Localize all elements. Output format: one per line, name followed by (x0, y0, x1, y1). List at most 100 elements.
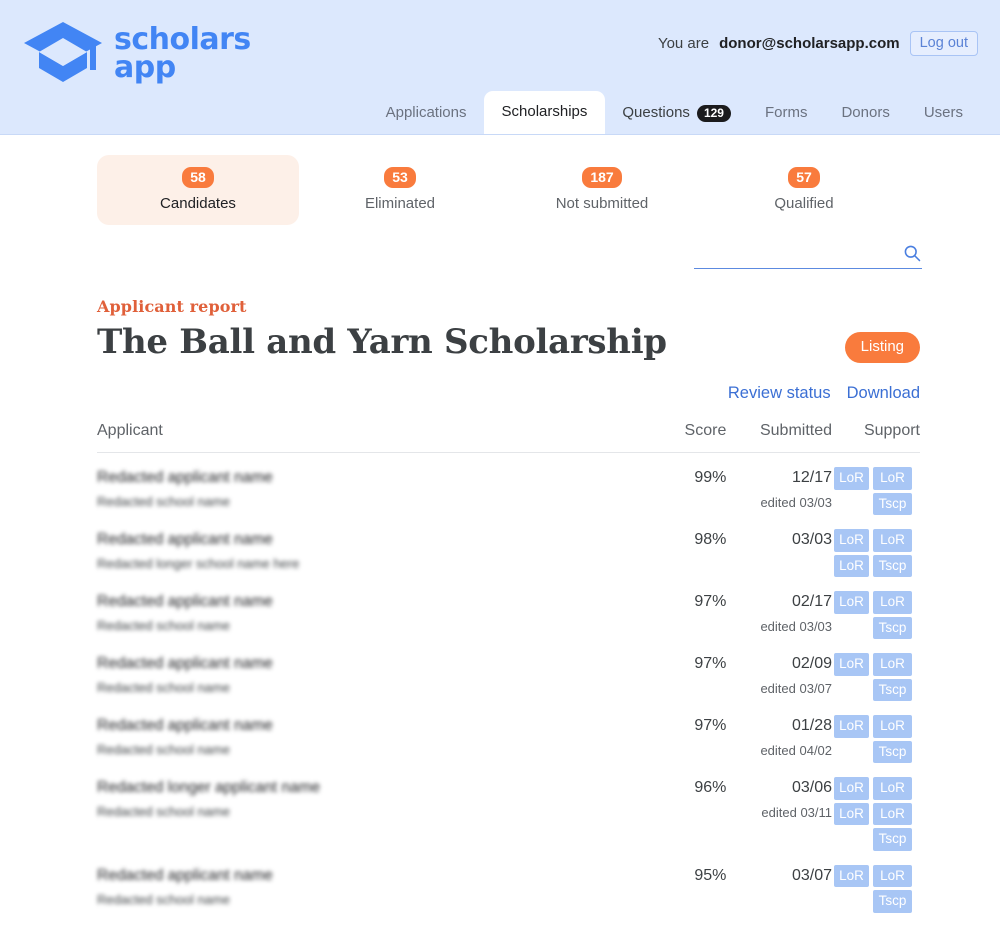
cell-support: LoR LoR Tscp (834, 577, 920, 640)
support-chip-lor[interactable]: LoR (834, 554, 870, 578)
support-chip-column: LoR Tscp (873, 591, 913, 640)
support-chip-tscp[interactable]: Tscp (873, 492, 913, 516)
applicant-school: Redacted school name (97, 680, 230, 696)
cell-submitted: 02/09 edited 03/07 (726, 639, 834, 701)
submitted-date: 03/03 (791, 531, 833, 549)
download-link[interactable]: Download (847, 384, 920, 403)
cell-score: 96% (694, 779, 727, 797)
support-chip-lor[interactable]: LoR (873, 467, 913, 490)
table-row[interactable]: Redacted applicant name Redacted school n… (97, 639, 920, 702)
support-chip-column: LoR (834, 715, 870, 763)
applicant-name: Redacted applicant name (97, 655, 273, 673)
support-chip-lor[interactable]: LoR (834, 715, 870, 738)
support-chip-lor[interactable]: LoR (834, 802, 870, 826)
table-row[interactable]: Redacted applicant name Redacted school n… (97, 577, 920, 640)
support-chip-tscp[interactable]: Tscp (873, 828, 913, 851)
stat-card-not-submitted[interactable]: 187 Not submitted (501, 155, 703, 225)
support-chip-column: LoR LoR (834, 529, 870, 578)
app-logo[interactable]: scholars app (22, 18, 251, 90)
search-box[interactable] (694, 243, 922, 270)
table-row[interactable]: Redacted applicant name Redacted longer s… (97, 515, 920, 578)
cell-applicant[interactable]: Redacted applicant name Redacted school n… (97, 851, 653, 913)
submitted-edited-date: edited 03/07 (760, 681, 833, 697)
nav-item-users[interactable]: Users (907, 93, 980, 134)
table-row[interactable]: Redacted longer applicant name Redacted s… (97, 763, 920, 851)
support-chip-lor[interactable]: LoR (873, 777, 913, 800)
table-head: Applicant Score Submitted Support (97, 422, 920, 454)
table-row[interactable]: Redacted applicant name Redacted school n… (97, 453, 920, 516)
nav-item-applications[interactable]: Applications (369, 93, 484, 134)
nav-label-forms: Forms (764, 104, 808, 121)
support-chip-column: LoR LoR (834, 777, 870, 851)
cell-applicant[interactable]: Redacted applicant name Redacted school n… (97, 577, 653, 639)
stat-count-candidates: 58 (182, 167, 214, 189)
cell-support: LoR LoR Tscp (834, 639, 920, 702)
support-chip-lor[interactable]: LoR (834, 777, 870, 800)
support-chip-lor[interactable]: LoR (873, 591, 913, 614)
support-chip-column: LoR LoR Tscp (873, 777, 913, 851)
submitted-edited-date: edited 03/11 (761, 805, 833, 821)
applicants-table: Applicant Score Submitted Support Redact… (97, 422, 920, 913)
report-title-row: The Ball and Yarn Scholarship Listing (97, 322, 920, 364)
support-chip-lor[interactable]: LoR (834, 591, 870, 614)
stat-card-candidates[interactable]: 58 Candidates (97, 155, 299, 226)
support-chips: LoR LoR Tscp (834, 467, 920, 516)
applicant-school: Redacted school name (97, 742, 230, 758)
support-chip-tscp[interactable]: Tscp (873, 890, 913, 913)
nav-item-scholarships[interactable]: Scholarships (483, 91, 606, 134)
support-chip-tscp[interactable]: Tscp (873, 616, 913, 640)
search-row (0, 225, 1000, 270)
app-logo-text: scholars app (114, 25, 251, 82)
applicant-name: Redacted longer applicant name (97, 779, 321, 797)
submitted-date: 12/17 (791, 469, 833, 487)
search-icon[interactable] (902, 243, 922, 263)
table-row[interactable]: Redacted applicant name Redacted school n… (97, 701, 920, 764)
nav-item-forms[interactable]: Forms (748, 93, 825, 134)
search-input[interactable] (694, 245, 902, 266)
support-chip-lor[interactable]: LoR (873, 653, 913, 676)
nav-item-donors[interactable]: Donors (824, 93, 906, 134)
table-header-row: Applicant Score Submitted Support (97, 422, 920, 454)
applicant-school: Redacted school name (97, 618, 230, 634)
you-are-label: You are (657, 35, 710, 52)
nav-item-questions[interactable]: Questions 129 (605, 93, 748, 134)
cell-support: LoR LoR Tscp (834, 701, 920, 764)
support-chip-tscp[interactable]: Tscp (873, 554, 913, 578)
cell-applicant[interactable]: Redacted longer applicant name Redacted s… (97, 763, 653, 851)
table-row[interactable]: Redacted applicant name Redacted school n… (97, 851, 920, 913)
logout-button[interactable]: Log out (909, 31, 978, 56)
listing-badge[interactable]: Listing (844, 332, 920, 364)
cell-applicant[interactable]: Redacted applicant name Redacted longer s… (97, 515, 653, 577)
support-chip-tscp[interactable]: Tscp (873, 740, 913, 764)
support-chip-lor[interactable]: LoR (873, 802, 913, 826)
submitted-date: 02/17 (791, 593, 833, 611)
support-chip-lor[interactable]: LoR (834, 467, 870, 490)
support-chip-lor[interactable]: LoR (873, 864, 913, 888)
support-chip-lor[interactable]: LoR (834, 864, 870, 888)
column-header-submitted[interactable]: Submitted (726, 422, 835, 454)
support-chips: LoR LoR Tscp (834, 864, 920, 913)
cell-applicant[interactable]: Redacted applicant name Redacted school n… (97, 639, 653, 701)
cell-applicant[interactable]: Redacted applicant name Redacted school n… (97, 701, 653, 763)
support-chip-lor[interactable]: LoR (834, 529, 870, 552)
column-header-applicant[interactable]: Applicant (97, 422, 653, 454)
column-header-score[interactable]: Score (652, 422, 727, 454)
cell-submitted: 03/03 (726, 515, 834, 577)
support-chip-column: LoR (834, 591, 870, 639)
applicant-school: Redacted school name (97, 494, 230, 510)
stat-card-qualified[interactable]: 57 Qualified (703, 155, 905, 225)
cell-support: LoR LoR LoR LoR Tscp (834, 763, 920, 851)
review-status-link[interactable]: Review status (728, 384, 831, 403)
support-chip-tscp[interactable]: Tscp (873, 678, 913, 702)
cell-submitted: 03/07 (726, 851, 834, 913)
column-header-support[interactable]: Support (834, 422, 920, 454)
user-session-bar: You are donor@scholarsapp.com Log out (658, 31, 978, 56)
stat-label-not-submitted: Not submitted (555, 195, 649, 213)
support-chip-lor[interactable]: LoR (873, 715, 913, 738)
support-chip-column: LoR Tscp (873, 653, 913, 702)
support-chip-lor[interactable]: LoR (834, 653, 870, 676)
stat-card-eliminated[interactable]: 53 Eliminated (299, 155, 501, 225)
cell-applicant[interactable]: Redacted applicant name Redacted school n… (97, 453, 653, 516)
support-chip-lor[interactable]: LoR (873, 529, 913, 552)
applicant-school: Redacted school name (97, 804, 230, 820)
